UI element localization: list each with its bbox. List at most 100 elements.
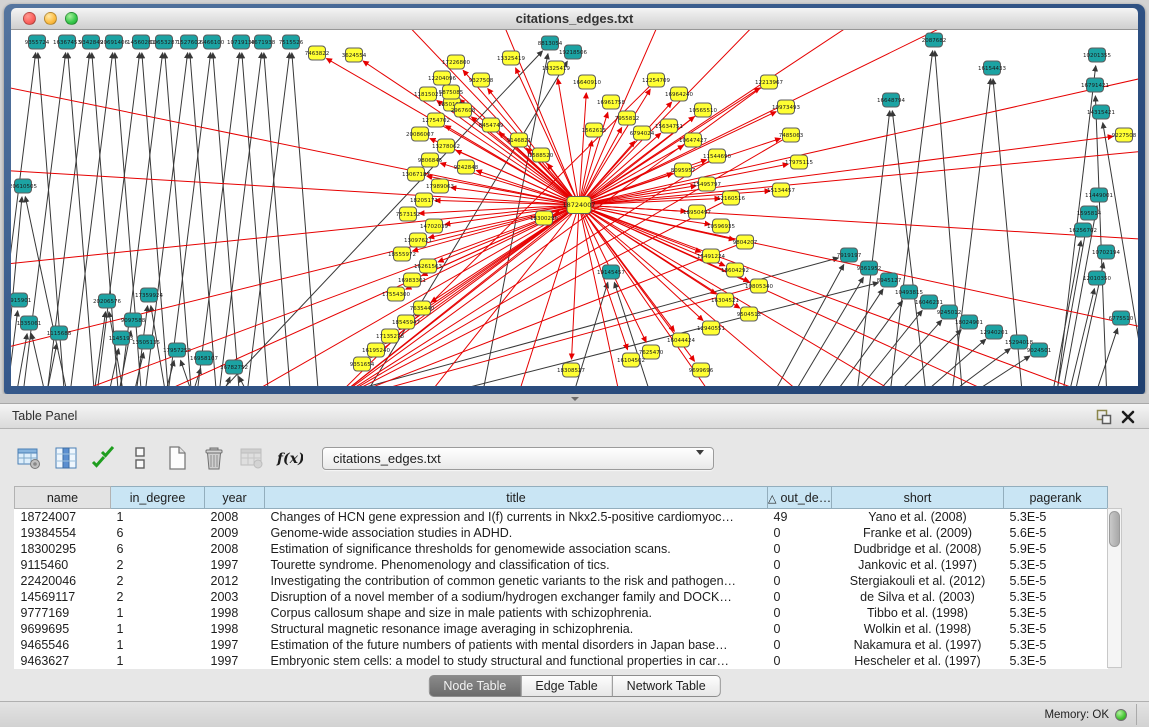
graph-node-label: 13505135 bbox=[132, 340, 160, 346]
graph-edge bbox=[939, 349, 1010, 386]
graph-edge bbox=[69, 53, 113, 386]
graph-node-label: 18555972 bbox=[388, 252, 416, 258]
graph-node-label: 7625470 bbox=[639, 350, 664, 356]
graph-node-label: 16195240 bbox=[362, 348, 390, 354]
graph-node-label: 9024501 bbox=[1027, 348, 1052, 354]
select-all-icon[interactable] bbox=[88, 443, 118, 473]
graph-node-label: 16648794 bbox=[877, 98, 905, 104]
graph-node-label: 7573152 bbox=[396, 212, 421, 218]
graph-edge bbox=[190, 53, 217, 386]
dropdown-stepper-icon bbox=[688, 452, 704, 470]
graph-node-label: 8813054 bbox=[538, 41, 563, 47]
graph-node-label: 13067187 bbox=[402, 172, 430, 178]
graph-node-label: 3624554 bbox=[342, 53, 367, 59]
table-row[interactable]: 946362711997Embryonic stem cells: a mode… bbox=[15, 653, 1108, 669]
table-row[interactable]: 946554611997Estimation of the future num… bbox=[15, 637, 1108, 653]
column-header-name[interactable]: name bbox=[15, 487, 111, 509]
tab-network-table[interactable]: Network Table bbox=[613, 675, 721, 697]
graph-node-label: 7463822 bbox=[305, 51, 330, 57]
graph-node-label: 16304521 bbox=[711, 298, 739, 304]
sort-ascending-icon: △ bbox=[768, 492, 776, 505]
split-divider[interactable] bbox=[0, 394, 1149, 403]
vertical-scrollbar[interactable] bbox=[1107, 508, 1122, 668]
graph-edge bbox=[239, 377, 252, 386]
network-canvas[interactable]: 1872400717226800122040961181502118501271… bbox=[11, 30, 1138, 386]
table-row[interactable]: 1938455462009Genome-wide association stu… bbox=[15, 525, 1108, 541]
status-bar-separator bbox=[1136, 704, 1137, 725]
column-header-short[interactable]: short bbox=[832, 487, 1004, 509]
graph-node-label: 17226800 bbox=[442, 60, 470, 66]
graph-edge bbox=[11, 197, 22, 386]
close-icon bbox=[1119, 408, 1137, 426]
graph-node-label: 6794024 bbox=[630, 131, 655, 137]
graph-node-label: 12160516 bbox=[717, 196, 745, 202]
graph-node-label: 9361952 bbox=[857, 266, 882, 272]
graph-node-label: 16104502 bbox=[617, 358, 645, 364]
scrollbar-thumb[interactable] bbox=[1109, 511, 1120, 547]
table-row[interactable]: 977716911998Corpus callosum shape and si… bbox=[15, 605, 1108, 621]
table-select-value: citations_edges.txt bbox=[333, 451, 441, 466]
table-toolbar: f(x) citations_edges.txt bbox=[14, 441, 714, 475]
tab-node-table[interactable]: Node Table bbox=[428, 675, 521, 697]
graph-node-label: 16961758 bbox=[597, 100, 625, 106]
graph-node-label: 12254709 bbox=[642, 78, 670, 84]
graph-node-label: 16044424 bbox=[667, 338, 695, 344]
column-header-title[interactable]: title bbox=[265, 487, 768, 509]
split-handle-icon bbox=[571, 397, 579, 401]
graph-node-label: 10653287 bbox=[150, 40, 178, 46]
graph-node-label: 18604292 bbox=[721, 268, 749, 274]
window-titlebar[interactable]: citations_edges.txt bbox=[11, 8, 1138, 30]
graph-node-label: 1145193 bbox=[109, 336, 134, 342]
graph-edge bbox=[769, 265, 844, 386]
graph-node-label: 7919197 bbox=[837, 253, 862, 259]
graph-node-label: 7955812 bbox=[615, 116, 640, 122]
graph-node-label: 12010350 bbox=[1083, 276, 1111, 282]
graph-node-label: 1562615 bbox=[582, 128, 607, 134]
new-document-icon[interactable] bbox=[162, 443, 192, 473]
graph-node-label: 10647427 bbox=[679, 138, 707, 144]
graph-node-label: 10565510 bbox=[689, 108, 717, 114]
graph-node-label: 13097621 bbox=[404, 238, 432, 244]
table-select-dropdown[interactable]: citations_edges.txt bbox=[322, 447, 714, 470]
delete-icon[interactable] bbox=[199, 443, 229, 473]
float-panel-button[interactable] bbox=[1095, 408, 1113, 426]
show-column-icon[interactable] bbox=[51, 443, 81, 473]
column-header-pagerank[interactable]: pagerank bbox=[1004, 487, 1108, 509]
graph-node-label: 16256702 bbox=[1069, 228, 1097, 234]
graph-node-label: 1527602 bbox=[177, 40, 202, 46]
graph-node-label: 17989063 bbox=[426, 184, 454, 190]
table-row[interactable]: 2242004622012Investigating the contribut… bbox=[15, 573, 1108, 589]
graph-node-label: 13325419 bbox=[497, 56, 525, 62]
close-panel-button[interactable] bbox=[1119, 408, 1137, 426]
graph-node-label: 17135278 bbox=[376, 334, 404, 340]
table-mode-icon[interactable] bbox=[14, 443, 44, 473]
graph-node-label: 13278062 bbox=[432, 144, 460, 150]
table-row[interactable]: 1830029562008Estimation of significance … bbox=[15, 541, 1108, 557]
function-icon[interactable]: f(x) bbox=[273, 443, 303, 473]
graph-node-label: 15634751 bbox=[655, 124, 683, 130]
graph-node-label: 18545947 bbox=[392, 320, 420, 326]
float-window-icon bbox=[1095, 408, 1113, 426]
graph-node-label: 17957253 bbox=[163, 348, 191, 354]
graph-node-label: 18950497 bbox=[683, 210, 711, 216]
table-row[interactable]: 1872400712008Changes of HCN gene express… bbox=[15, 509, 1108, 525]
deselect-icon[interactable] bbox=[125, 443, 155, 473]
column-header-year[interactable]: year bbox=[205, 487, 265, 509]
graph-node-label: 8945127 bbox=[877, 278, 902, 284]
table-row[interactable]: 1456911722003Disruption of a novel membe… bbox=[15, 589, 1108, 605]
table-row[interactable]: 969969511998Structural magnetic resonanc… bbox=[15, 621, 1108, 637]
graph-node-label: 2087682 bbox=[922, 38, 947, 44]
column-header-out-de[interactable]: △out_de… bbox=[768, 487, 832, 509]
graph-node-label: 20206576 bbox=[93, 299, 121, 305]
graph-node-label: 10973493 bbox=[772, 105, 800, 111]
network-canvas-svg[interactable]: 1872400717226800122040961181502118501271… bbox=[11, 30, 1138, 386]
column-header-in-degree[interactable]: in_degree bbox=[111, 487, 205, 509]
table-row[interactable]: 911546021997Tourette syndrome. Phenomeno… bbox=[15, 557, 1108, 573]
graph-node-label: 12940201 bbox=[980, 330, 1008, 336]
graph-node-label: 18325419 bbox=[542, 66, 570, 72]
graph-node-label: 6775510 bbox=[1109, 316, 1134, 322]
graph-node-label: 9351654 bbox=[350, 362, 375, 368]
tab-edge-table[interactable]: Edge Table bbox=[521, 675, 612, 697]
graph-node-label: 7635440 bbox=[410, 306, 435, 312]
graph-node-label: 18724007 bbox=[562, 201, 595, 209]
